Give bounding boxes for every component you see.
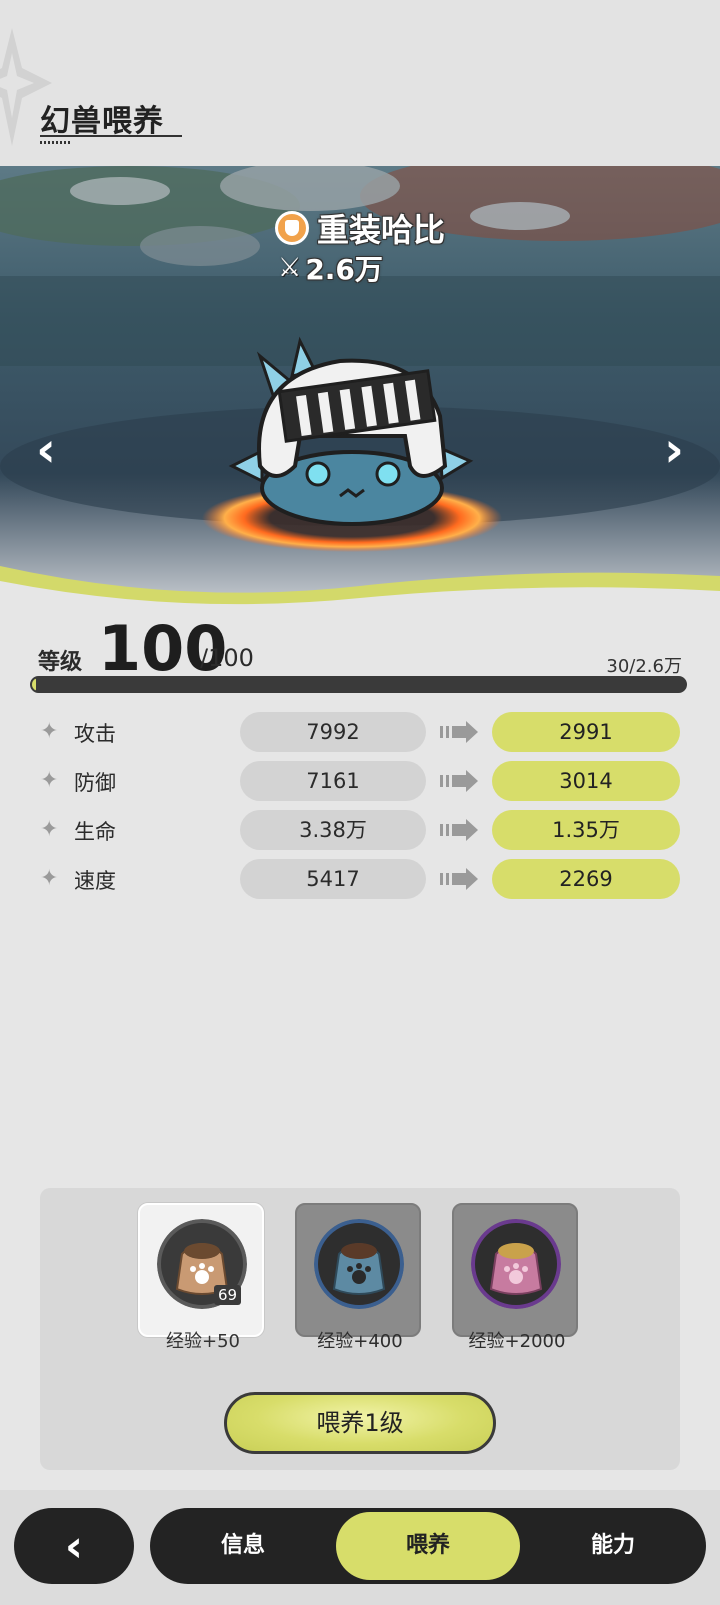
back-button[interactable]: ‹ [14, 1508, 134, 1584]
stat-row-attack: ✦ 攻击 7992 2991 [0, 712, 720, 754]
tab-bar: 信息 喂养 能力 [150, 1508, 706, 1584]
page-title: 幻兽喂养 [40, 104, 164, 139]
stat-name: 攻击 [74, 722, 116, 746]
title-dots [40, 141, 70, 144]
stat-add: 2269 [492, 859, 680, 899]
level-max: /100 [200, 644, 254, 672]
food-count-badge: 69 [214, 1285, 242, 1305]
shield-badge-icon [274, 211, 309, 245]
arrow-right-icon [440, 868, 478, 890]
stat-row-speed: ✦ 速度 5417 2269 [0, 859, 720, 901]
stat-current: 5417 [240, 859, 426, 899]
arrow-right-icon [440, 770, 478, 792]
sparkle-icon: ✦ [40, 866, 59, 891]
stat-name: 速度 [74, 869, 116, 893]
stat-current: 7161 [240, 761, 426, 801]
header: 幻兽喂养 [0, 0, 720, 166]
pet-name: 重装哈比 [316, 211, 445, 249]
stat-name: 生命 [74, 820, 116, 844]
food-card-large[interactable]: 经验+2000 [452, 1203, 578, 1352]
food-label: 经验+2000 [468, 1331, 566, 1352]
stat-name: 防御 [74, 771, 116, 795]
next-pet-button[interactable]: › [654, 420, 694, 480]
crossed-swords-icon: ⚔ [278, 253, 302, 283]
food-sack-icon [314, 1219, 404, 1309]
pet-header: 重装哈比 [0, 205, 720, 251]
food-label: 经验+50 [166, 1331, 240, 1352]
food-card-medium[interactable]: 经验+400 [295, 1203, 421, 1352]
exp-text: 30/2.6万 [606, 656, 682, 677]
tab-feed[interactable]: 喂养 [336, 1512, 520, 1580]
tab-info[interactable]: 信息 [160, 1512, 326, 1580]
food-card-small[interactable]: 69 经验+50 [138, 1203, 264, 1352]
arrow-right-icon [440, 819, 478, 841]
arrow-right-icon [440, 721, 478, 743]
exp-progress-fill [32, 678, 36, 691]
pet-power: 2.6万 [305, 253, 383, 286]
sparkle-icon: ✦ [40, 817, 59, 842]
stat-row-defense: ✦ 防御 7161 3014 [0, 761, 720, 803]
level-label: 等级 [38, 650, 83, 675]
prev-pet-button[interactable]: ‹ [26, 420, 66, 480]
stat-current: 7992 [240, 712, 426, 752]
stat-add: 2991 [492, 712, 680, 752]
stat-add: 3014 [492, 761, 680, 801]
chevron-left-icon: ‹ [64, 1520, 84, 1572]
food-label: 经验+400 [317, 1331, 403, 1352]
sparkle-icon: ✦ [40, 768, 59, 793]
stat-current: 3.38万 [240, 810, 426, 850]
exp-progress-bar [30, 676, 687, 693]
tab-ability[interactable]: 能力 [530, 1512, 696, 1580]
sparkle-icon: ✦ [40, 719, 59, 744]
feed-button[interactable]: 喂养1级 [224, 1392, 496, 1454]
power-row: ⚔ 2.6万 [278, 248, 383, 288]
food-sack-icon [471, 1219, 561, 1309]
stat-row-hp: ✦ 生命 3.38万 1.35万 [0, 810, 720, 852]
stat-add: 1.35万 [492, 810, 680, 850]
title-underline [40, 135, 182, 137]
